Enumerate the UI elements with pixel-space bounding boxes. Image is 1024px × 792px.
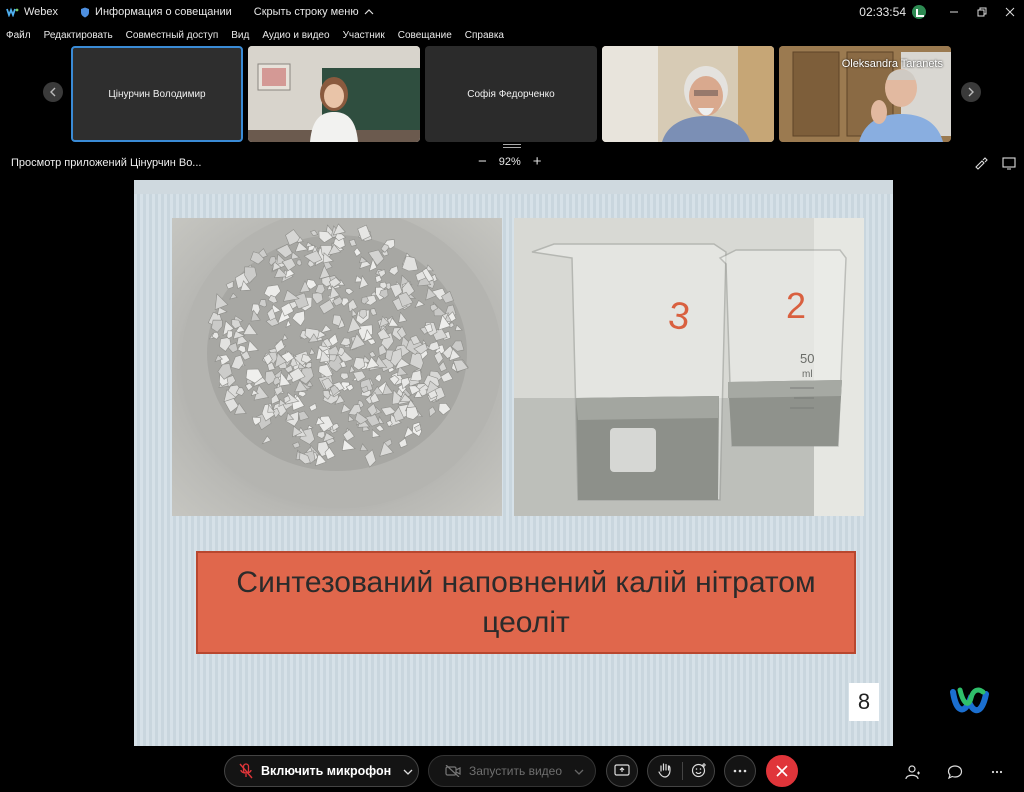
emoji-reaction-icon [691, 762, 706, 777]
chevron-left-icon [50, 87, 56, 97]
ellipsis-icon [733, 769, 747, 773]
slide-page-number: 8 [849, 683, 879, 721]
zoom-in-button[interactable]: + [533, 154, 542, 169]
microphone-muted-icon [239, 763, 253, 779]
menu-help[interactable]: Справка [465, 30, 504, 41]
mute-control: Включить микрофон [224, 755, 419, 787]
meeting-controls: Включить микрофон Запустить видео [0, 752, 1024, 792]
participant-video [248, 46, 420, 142]
unmute-button[interactable]: Включить микрофон [239, 763, 391, 779]
participant-strip: Цінурчин Володимир Софія Федорченко Olek… [0, 44, 1024, 148]
title-bar: Webex Информация о совещании Скрыть стро… [0, 0, 1024, 24]
chat-panel-button[interactable] [944, 761, 966, 783]
webex-icon [6, 7, 19, 17]
raise-hand-icon [658, 762, 671, 778]
chevron-up-icon [364, 9, 374, 15]
annotate-icon[interactable] [974, 156, 988, 170]
chat-icon [947, 765, 963, 780]
restore-button[interactable] [968, 0, 996, 24]
zoom-control: − 92% + [478, 154, 542, 169]
zoom-level: 92% [498, 156, 521, 168]
menu-meeting[interactable]: Совещание [398, 30, 452, 41]
participant-name: Цінурчин Володимир [108, 88, 206, 100]
zoom-out-button[interactable]: − [478, 154, 487, 169]
chevron-down-icon [403, 769, 413, 775]
menu-participant[interactable]: Участник [343, 30, 385, 41]
share-title: Просмотр приложений Цінурчин Во... [11, 157, 202, 169]
share-screen-icon [614, 764, 630, 776]
menu-bar: Файл Редактировать Совместный доступ Вид… [0, 26, 511, 44]
app-name: Webex [24, 6, 59, 18]
menu-edit[interactable]: Редактировать [44, 30, 113, 41]
menu-file[interactable]: Файл [6, 30, 31, 41]
pop-out-icon[interactable] [1002, 156, 1016, 170]
meeting-timer: 02:33:54 [859, 5, 906, 19]
raise-hand-button[interactable] [658, 762, 672, 781]
video-options-button[interactable] [574, 764, 584, 778]
strip-next-button[interactable] [961, 82, 981, 102]
chevron-right-icon [968, 87, 974, 97]
video-off-icon [445, 765, 461, 777]
participant-video-tile[interactable]: Oleksandra Taranets [779, 46, 951, 142]
slide-caption-text: Синтезований наповнений калій нітратом ц… [236, 565, 816, 639]
participants-icon [905, 765, 920, 780]
slide-caption: Синтезований наповнений калій нітратом ц… [196, 551, 856, 654]
close-window-button[interactable] [996, 0, 1024, 24]
beaker-unit-mark: ml [802, 369, 813, 380]
restore-icon [977, 7, 987, 17]
participant-video [602, 46, 774, 142]
minimize-icon [950, 11, 958, 13]
reactions-button[interactable] [691, 762, 707, 781]
slide-header-band [134, 180, 893, 194]
zeolite-granules-image [182, 218, 502, 508]
participants-panel-button[interactable] [902, 761, 924, 783]
webex-logo [950, 687, 989, 714]
chevron-down-icon [574, 769, 584, 775]
zeolite-granules-photo [172, 218, 502, 516]
participant-name: Oleksandra Taranets [841, 58, 943, 70]
share-button[interactable] [606, 755, 638, 787]
participant-video-tile[interactable] [248, 46, 420, 142]
more-options-button[interactable] [724, 755, 756, 787]
menu-audio-video[interactable]: Аудио и видео [262, 30, 329, 41]
beakers-photo: 3 2 50 ml [514, 218, 864, 516]
start-video-label: Запустить видео [469, 764, 562, 778]
participant-tile[interactable]: Цінурчин Володимир [71, 46, 243, 142]
start-video-button[interactable]: Запустить видео [445, 764, 562, 778]
participant-tile[interactable]: Софія Федорченко [425, 46, 597, 142]
shared-slide: 3 2 50 ml Синтезований наповнений калій … [134, 180, 893, 746]
minimize-button[interactable] [940, 0, 968, 24]
strip-prev-button[interactable] [43, 82, 63, 102]
ellipsis-icon [991, 770, 1003, 774]
menu-share[interactable]: Совместный доступ [126, 30, 219, 41]
app-logo: Webex [6, 6, 58, 18]
hide-menu-label: Скрыть строку меню [253, 6, 359, 18]
beaker-2-label: 2 [786, 285, 806, 326]
shield-icon [81, 7, 90, 17]
menu-view[interactable]: Вид [231, 30, 249, 41]
reactions-group [647, 755, 715, 787]
share-header: Просмотр приложений Цінурчин Во... − 92%… [0, 152, 1024, 174]
audio-options-button[interactable] [403, 764, 413, 778]
participant-video-tile[interactable] [602, 46, 774, 142]
connection-status-icon[interactable] [912, 5, 926, 19]
panel-options-button[interactable] [986, 761, 1008, 783]
close-icon [776, 765, 788, 777]
close-icon [1005, 7, 1015, 17]
meeting-info-button[interactable]: Информация о совещании [80, 6, 232, 18]
hide-menu-button[interactable]: Скрыть строку меню [254, 6, 374, 18]
beaker-volume-mark: 50 [800, 351, 814, 366]
participant-name: Софія Федорченко [467, 88, 555, 100]
strip-resize-handle[interactable] [503, 144, 521, 148]
leave-meeting-button[interactable] [766, 755, 798, 787]
unmute-label: Включить микрофон [261, 764, 392, 778]
video-control: Запустить видео [428, 755, 596, 787]
meeting-info-label: Информация о совещании [95, 6, 232, 18]
beakers-image: 3 2 50 ml [514, 218, 864, 516]
